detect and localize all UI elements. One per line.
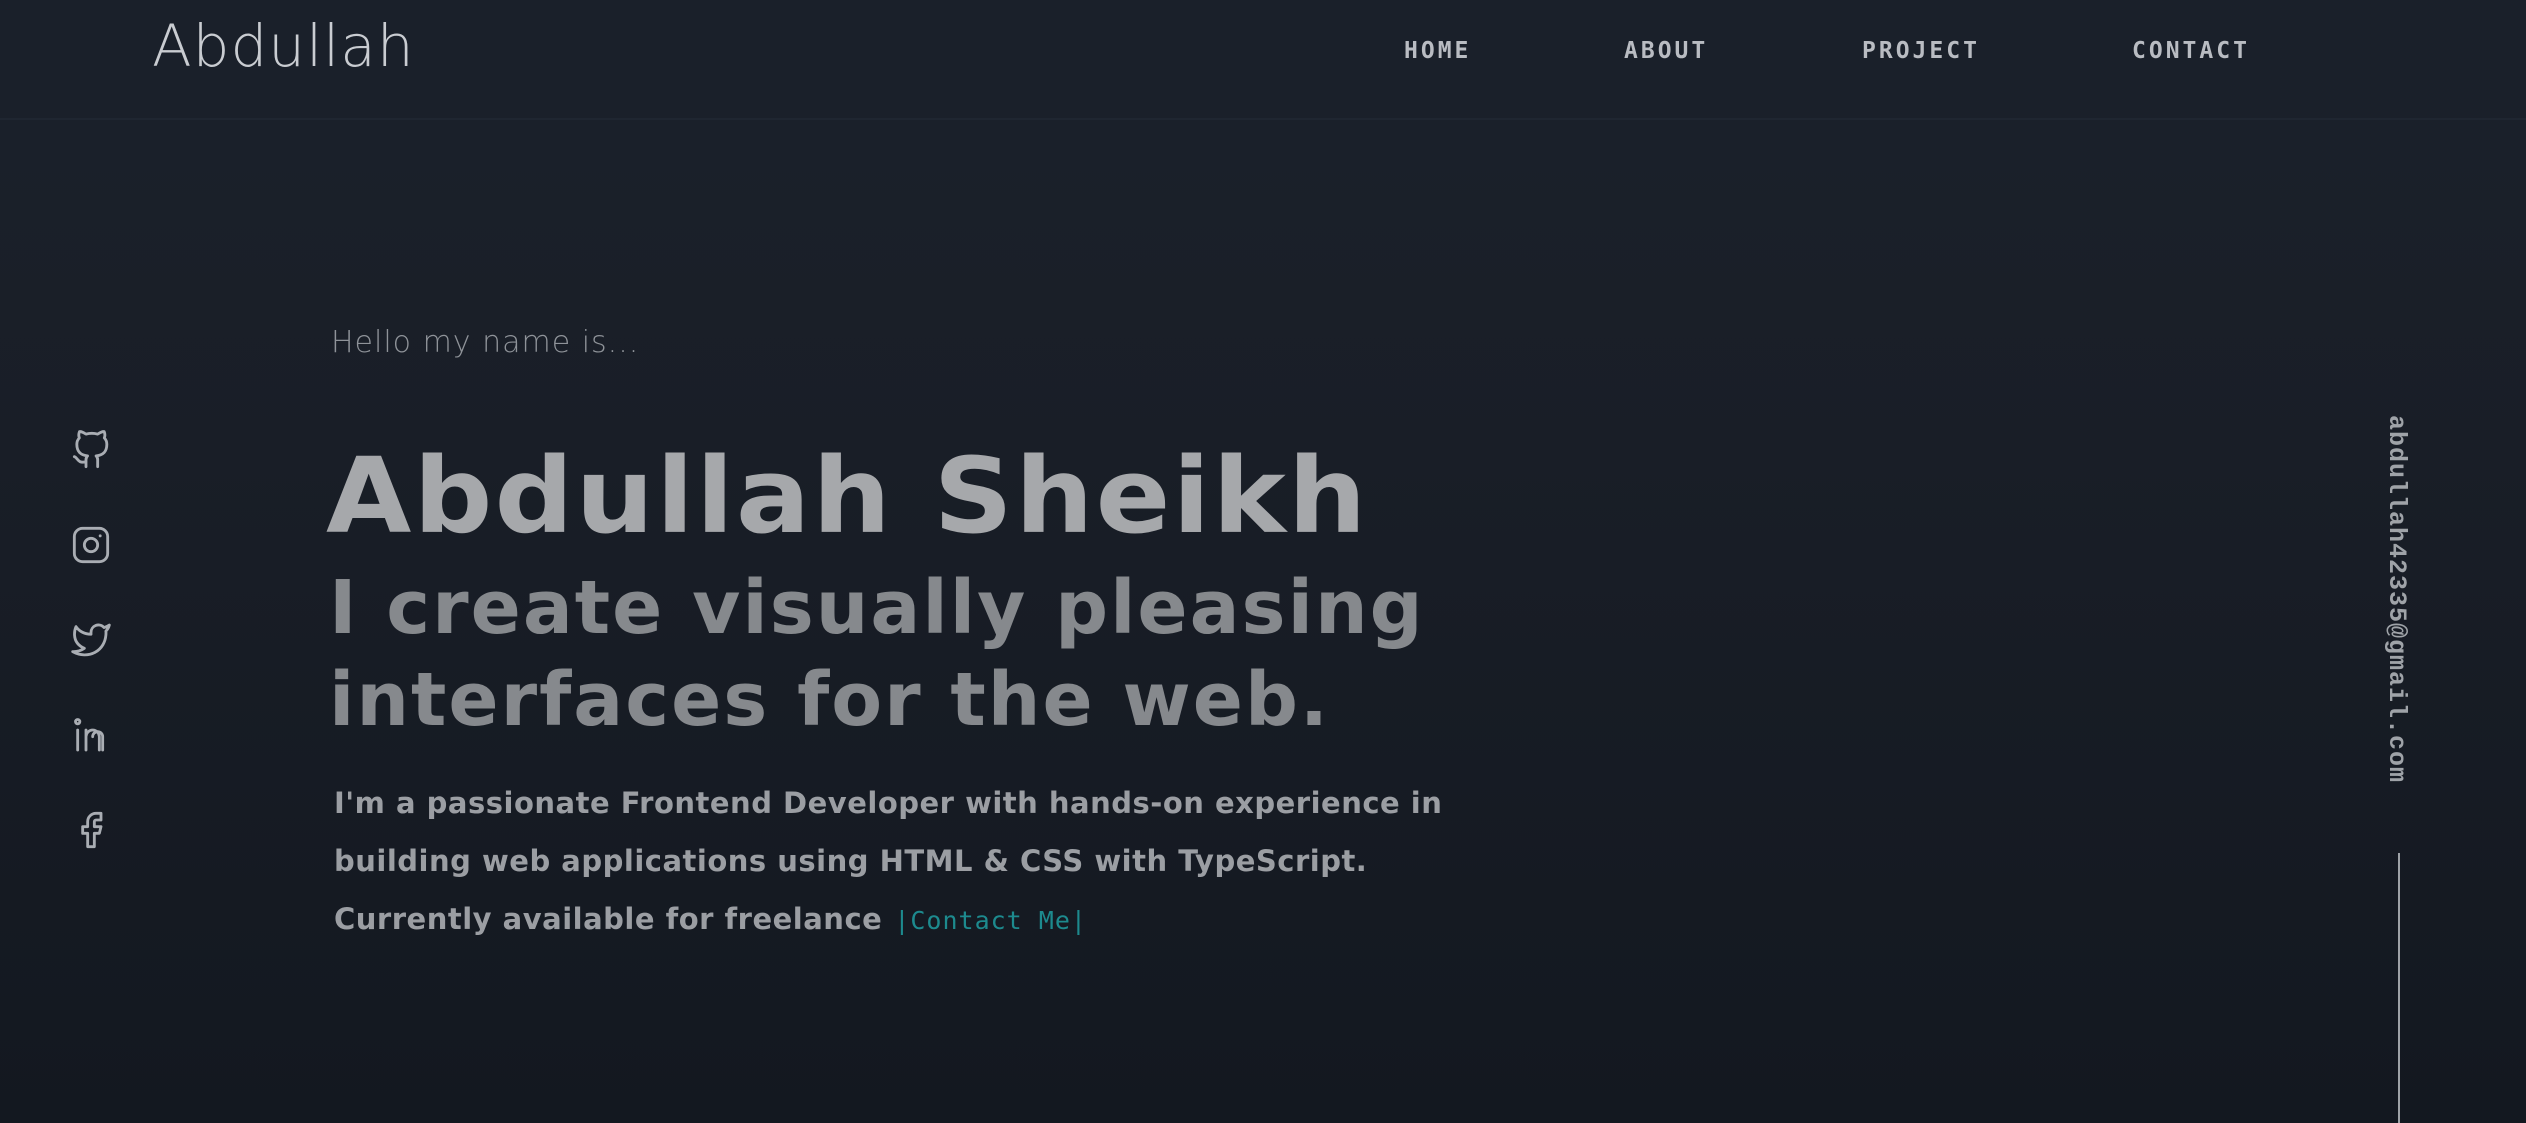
- desc-line-3: Currently available for freelance: [334, 902, 883, 936]
- tagline-line-1: I create visually pleasing: [329, 565, 1425, 651]
- email-divider-line: [2398, 853, 2400, 1123]
- github-icon[interactable]: [66, 425, 116, 475]
- greeting-text: Hello my name is...: [331, 325, 640, 360]
- contact-me-link[interactable]: |Contact Me|: [894, 892, 1087, 950]
- nav-contact[interactable]: CONTACT: [2132, 38, 2250, 64]
- instagram-icon[interactable]: [66, 520, 116, 570]
- desc-line-1: I'm a passionate Frontend Developer with…: [334, 786, 1443, 820]
- facebook-icon[interactable]: [66, 805, 116, 855]
- tagline-line-2: interfaces for the web.: [329, 657, 1331, 743]
- nav-project[interactable]: PROJECT: [1862, 38, 1980, 64]
- desc-line-2: building web applications using HTML & C…: [334, 844, 1368, 878]
- email-link[interactable]: abdullah42335@gmail.com: [2382, 415, 2411, 783]
- page: Abdullah HOME ABOUT PROJECT CONTACT Hell…: [0, 0, 2526, 1123]
- twitter-icon[interactable]: [66, 615, 116, 665]
- desc-line-3-wrapper: Currently available for freelance |Conta…: [334, 890, 1442, 950]
- hero-tagline: I create visually pleasing interfaces fo…: [329, 562, 1425, 746]
- hero-description: I'm a passionate Frontend Developer with…: [334, 774, 1442, 950]
- nav-about[interactable]: ABOUT: [1624, 38, 1708, 64]
- hero-name: Abdullah Sheikh: [326, 435, 1369, 557]
- nav-home[interactable]: HOME: [1404, 38, 1471, 64]
- linkedin-icon[interactable]: [66, 710, 116, 760]
- site-header: Abdullah HOME ABOUT PROJECT CONTACT: [0, 0, 2526, 120]
- logo[interactable]: Abdullah: [152, 12, 415, 80]
